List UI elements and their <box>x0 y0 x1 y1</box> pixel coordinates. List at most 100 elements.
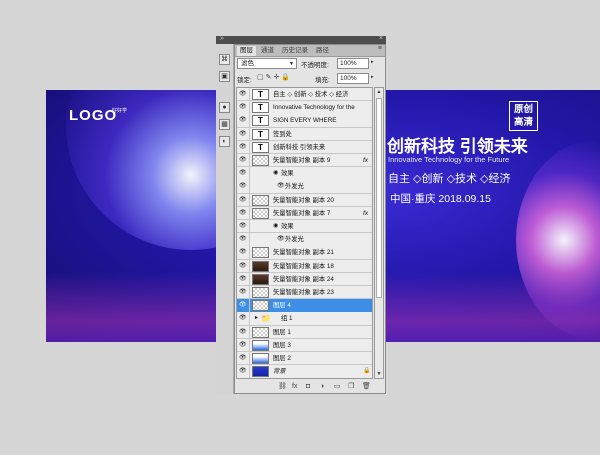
layer-row[interactable]: 👁 T SIGN EVERY WHERE <box>237 114 372 128</box>
fx-icon[interactable]: fx <box>363 154 368 167</box>
expand-group-icon[interactable]: ▸ <box>255 312 258 325</box>
fill-slider-icon[interactable]: ▸ <box>371 74 374 80</box>
visibility-eye-icon[interactable]: 👁 <box>239 342 247 348</box>
layer-name: Innovative Technology for the Fu <box>273 104 355 112</box>
layer-row[interactable]: 👁 图层 1 <box>237 325 372 339</box>
panel-menu-icon[interactable]: ≡ <box>378 45 382 52</box>
layer-thumbnail <box>252 207 269 219</box>
effect-visibility-icon[interactable]: 👁 <box>277 233 285 246</box>
lock-buttons-icon[interactable]: ▢✎✛🔒 <box>257 73 292 81</box>
layer-row[interactable]: 👁 👁 外发光 <box>237 233 372 247</box>
row-divider <box>249 272 250 286</box>
tab-layers[interactable]: 图层 <box>237 46 256 56</box>
tab-history[interactable]: 历史记录 <box>279 46 311 56</box>
visibility-eye-icon[interactable]: 👁 <box>239 249 247 255</box>
layer-row[interactable]: 👁 T 创新科技 引领未来 <box>237 140 372 155</box>
row-divider <box>249 299 250 312</box>
row-divider <box>249 338 250 352</box>
scroll-thumb[interactable] <box>376 98 382 298</box>
text-layer-icon: T <box>252 141 269 153</box>
visibility-eye-icon[interactable]: 👁 <box>239 144 247 150</box>
actions-icon[interactable]: ▣ <box>219 71 230 82</box>
layer-row[interactable]: 👁 矢量智能对象 副本 7 fx <box>237 206 372 221</box>
link-layers-icon[interactable]: ⛓ <box>278 381 287 393</box>
visibility-eye-icon[interactable]: 👁 <box>239 117 247 123</box>
layer-row[interactable]: 👁 图层 3 <box>237 338 372 353</box>
visibility-eye-icon[interactable]: 👁 <box>239 197 247 203</box>
swatches-icon[interactable]: ▦ <box>219 119 230 130</box>
layer-row[interactable]: 👁 矢量智能对象 副本 18 <box>237 259 372 273</box>
close-icon[interactable]: × <box>379 35 383 42</box>
add-style-icon[interactable]: fx <box>292 381 297 393</box>
layer-row[interactable]: 👁 ◉ 效果 <box>237 220 372 234</box>
layer-thumbnail <box>252 273 269 285</box>
tab-channels[interactable]: 通道 <box>258 46 277 56</box>
effects-icon[interactable]: ◉ <box>273 220 278 233</box>
adjust-icon[interactable]: ◐ <box>219 136 230 147</box>
effect-visibility-icon[interactable]: 👁 <box>277 180 285 193</box>
effects-icon[interactable]: ◉ <box>273 167 278 180</box>
poster-logo: LOGO <box>69 107 118 124</box>
layer-row[interactable]: 👁 图层 2 <box>237 352 372 366</box>
layer-name: 矢量智能对象 副本 20 <box>273 196 334 204</box>
layer-row[interactable]: 👁 矢量智能对象 副本 24 <box>237 272 372 287</box>
visibility-eye-icon[interactable]: 👁 <box>239 368 247 374</box>
layer-row[interactable]: 👁 矢量智能对象 副本 9 fx <box>237 154 372 168</box>
visibility-eye-icon[interactable]: 👁 <box>239 315 247 321</box>
opacity-input[interactable]: 100% <box>337 58 369 69</box>
brush-icon[interactable]: ● <box>219 102 230 113</box>
layer-list-scrollbar[interactable]: ▲ ▼ <box>374 87 384 379</box>
fill-input[interactable]: 100% <box>337 73 369 84</box>
visibility-eye-icon[interactable]: 👁 <box>239 355 247 361</box>
layer-row[interactable]: 👁 矢量智能对象 副本 20 <box>237 193 372 207</box>
visibility-eye-icon[interactable]: 👁 <box>239 289 247 295</box>
visibility-eye-icon[interactable]: 👁 <box>239 157 247 163</box>
layer-row[interactable]: 👁 矢量智能对象 副本 23 <box>237 286 372 300</box>
layer-row[interactable]: 👁 T 签到处 <box>237 127 372 141</box>
scroll-down-icon[interactable]: ▼ <box>375 370 383 378</box>
add-mask-icon[interactable]: ◘ <box>306 381 310 393</box>
visibility-eye-icon[interactable]: 👁 <box>239 276 247 282</box>
visibility-eye-icon[interactable]: 👁 <box>239 131 247 137</box>
fill-label: 填充: <box>315 77 330 84</box>
visibility-eye-icon[interactable]: 👁 <box>239 223 247 229</box>
visibility-eye-icon[interactable]: 👁 <box>239 91 247 97</box>
visibility-eye-icon[interactable]: 👁 <box>239 236 247 242</box>
layer-row[interactable]: 👁 T Innovative Technology for the Fu <box>237 101 372 115</box>
layer-row[interactable]: 👁 T 自主 ◇ 创新 ◇ 技术 ◇ 经济 <box>237 88 372 102</box>
new-layer-icon[interactable]: ❐ <box>348 381 354 393</box>
collapse-arrows-icon[interactable]: » <box>220 35 224 42</box>
new-group-icon[interactable]: ▭ <box>334 381 341 393</box>
adjustment-layer-icon[interactable]: ◑ <box>320 381 324 393</box>
layer-row[interactable]: 👁 ◉ 效果 <box>237 167 372 181</box>
layer-thumbnail <box>252 339 269 351</box>
blend-mode-select[interactable]: 滤色 ▼ <box>237 58 297 69</box>
visibility-eye-icon[interactable]: 👁 <box>239 329 247 335</box>
badge-line-2: 高清 <box>513 117 533 128</box>
opacity-slider-icon[interactable]: ▸ <box>371 59 374 65</box>
visibility-eye-icon[interactable]: 👁 <box>239 302 247 308</box>
layer-row[interactable]: 👁 背景 🔒 <box>237 365 372 378</box>
layer-row[interactable]: 👁 👁 外发光 <box>237 180 372 194</box>
delete-layer-icon[interactable]: 🗑 <box>362 381 371 393</box>
history-icon[interactable]: ⌘ <box>219 54 230 65</box>
layer-name: 矢量智能对象 副本 23 <box>273 289 334 296</box>
row-divider <box>249 352 250 365</box>
folder-icon: 📁 <box>261 314 271 324</box>
visibility-eye-icon[interactable]: 👁 <box>239 104 247 110</box>
row-divider <box>249 88 250 101</box>
layer-row[interactable]: 👁 矢量智能对象 副本 21 <box>237 246 372 260</box>
visibility-eye-icon[interactable]: 👁 <box>239 170 247 176</box>
opacity-label: 不透明度: <box>301 62 329 69</box>
visibility-eye-icon[interactable]: 👁 <box>239 210 247 216</box>
layer-row[interactable]: 👁 ▸ 📁 组 1 <box>237 312 372 326</box>
layer-row[interactable]: 👁 图层 4 <box>237 299 372 313</box>
visibility-eye-icon[interactable]: 👁 <box>239 263 247 269</box>
visibility-eye-icon[interactable]: 👁 <box>239 183 247 189</box>
layer-thumbnail <box>252 366 269 378</box>
fx-icon[interactable]: fx <box>363 207 368 220</box>
scroll-up-icon[interactable]: ▲ <box>375 88 383 96</box>
tab-paths[interactable]: 路径 <box>313 46 332 56</box>
layer-name: 签到处 <box>273 130 292 138</box>
panel-titlebar[interactable]: » × <box>216 35 386 44</box>
